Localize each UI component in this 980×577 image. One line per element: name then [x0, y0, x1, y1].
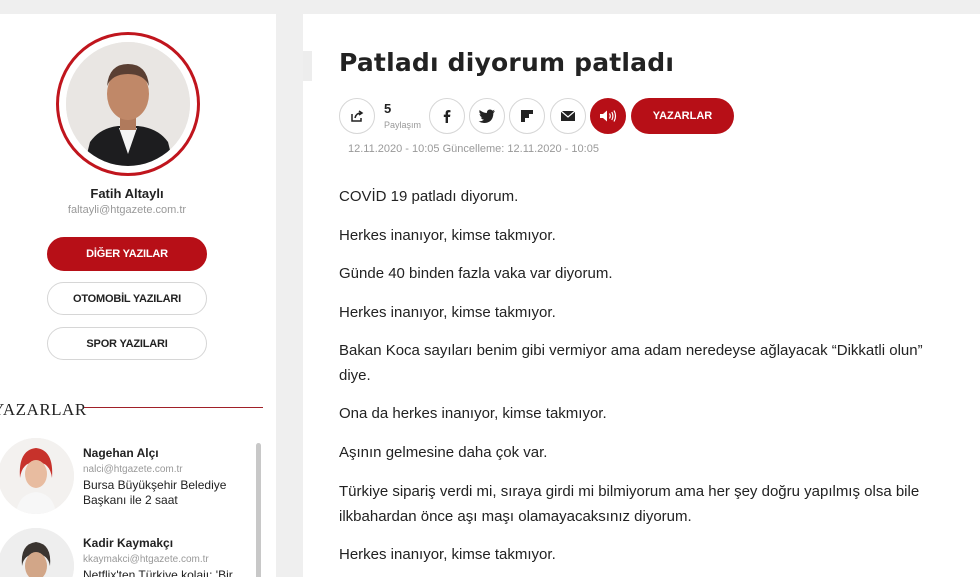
article-paragraph: Herkes inanıyor, kimse takmıyor. — [339, 304, 556, 321]
writer-email: nalci@htgazete.com.tr — [83, 464, 183, 475]
writers-button[interactable]: YAZARLAR — [631, 98, 734, 134]
sports-articles-button[interactable]: SPOR YAZILARI — [47, 327, 207, 360]
publish-dates: 12.11.2020 - 10:05 Güncelleme: 12.11.202… — [348, 143, 599, 155]
article-panel: Patladı diyorum patladı 5 Paylaşım YAZAR… — [303, 14, 980, 577]
share-icon — [349, 108, 365, 124]
writer-email: kkaymakci@htgazete.com.tr — [83, 554, 209, 565]
flipboard-icon — [520, 109, 534, 123]
writer-avatar — [0, 528, 74, 577]
author-email: faltayli@htgazete.com.tr — [67, 204, 187, 216]
author-photo — [66, 42, 190, 166]
automobile-articles-button[interactable]: OTOMOBİL YAZILARI — [47, 282, 207, 315]
section-divider — [84, 407, 263, 408]
writers-section-title: YAZARLAR — [0, 400, 87, 419]
writer-name: Nagehan Alçı — [83, 446, 159, 460]
article-paragraph: Aşının gelmesine daha çok var. — [339, 444, 548, 461]
writer-article-title[interactable]: Netflix'ten Türkiye kolajı: 'Bir — [83, 568, 243, 577]
author-name: Fatih Altaylı — [90, 186, 164, 201]
article-paragraph: Günde 40 binden fazla vaka var diyorum. — [339, 265, 613, 282]
writer-avatar — [0, 438, 74, 514]
writer-article-title[interactable]: Bursa Büyükşehir Belediye Başkanı ile 2 … — [83, 478, 243, 508]
speaker-icon — [599, 109, 617, 123]
twitter-share-button[interactable] — [469, 98, 505, 134]
article-title: Patladı diyorum patladı — [339, 48, 675, 77]
email-share-button[interactable] — [550, 98, 586, 134]
other-articles-button[interactable]: DİĞER YAZILAR — [47, 237, 207, 271]
sidebar: Fatih Altaylı faltayli@htgazete.com.tr D… — [0, 14, 276, 577]
article-paragraph: Türkiye sipariş verdi mi, sıraya girdi m… — [339, 483, 920, 525]
share-label: Paylaşım — [384, 120, 422, 130]
listen-button[interactable] — [590, 98, 626, 134]
title-accent — [303, 51, 312, 81]
flipboard-share-button[interactable] — [509, 98, 545, 134]
writer-name: Kadir Kaymakçı — [83, 536, 174, 550]
article-paragraph: Ona da herkes inanıyor, kimse takmıyor. — [339, 405, 607, 422]
share-button[interactable] — [339, 98, 375, 134]
article-paragraph: Herkes inanıyor, kimse takmıyor. — [339, 227, 556, 244]
email-icon — [560, 110, 576, 122]
twitter-icon — [478, 109, 496, 124]
facebook-icon — [440, 109, 454, 123]
writers-scrollbar[interactable] — [256, 443, 261, 577]
article-paragraph: Herkes inanıyor, kimse takmıyor. — [339, 546, 556, 563]
share-count: 5 — [384, 101, 392, 116]
article-paragraph: Bakan Koca sayıları benim gibi vermiyor … — [339, 342, 923, 384]
facebook-share-button[interactable] — [429, 98, 465, 134]
article-paragraph: COVİD 19 patladı diyorum. — [339, 188, 519, 205]
author-avatar[interactable] — [56, 32, 200, 176]
